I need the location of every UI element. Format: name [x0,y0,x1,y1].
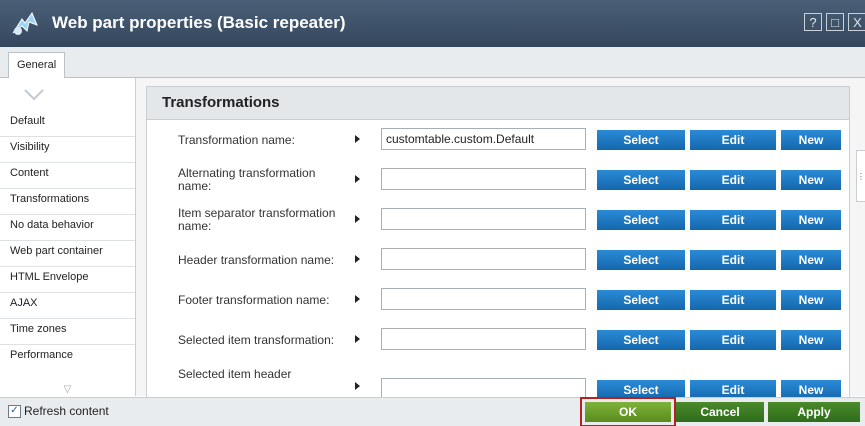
form-row: Selected item transformation: Select Edi… [147,320,849,360]
expand-arrow-icon[interactable] [355,175,360,183]
sidebar-item-html-envelope[interactable]: HTML Envelope [0,267,135,293]
expand-arrow-icon[interactable] [355,215,360,223]
chevron-down-icon [24,89,44,101]
help-button[interactable]: ? [804,13,822,31]
ok-button[interactable]: OK [580,397,676,426]
select-button[interactable]: Select [597,210,685,230]
new-button[interactable]: New [781,290,841,310]
select-button[interactable]: Select [597,170,685,190]
edit-button[interactable]: Edit [690,170,776,190]
new-button[interactable]: New [781,210,841,230]
edit-button[interactable]: Edit [690,290,776,310]
transformation-name-input[interactable] [381,128,586,150]
new-button[interactable]: New [781,170,841,190]
field-label: Transformation name: [178,132,295,147]
refresh-content-label: Refresh content [24,404,109,418]
sidebar-item-transformations[interactable]: Transformations [0,189,135,215]
select-button[interactable]: Select [597,380,685,397]
header-transformation-input[interactable] [381,248,586,270]
sidebar-item-time-zones[interactable]: Time zones [0,319,135,345]
edit-button[interactable]: Edit [690,250,776,270]
scroll-up-area[interactable] [0,78,135,111]
edit-button[interactable]: Edit [690,330,776,350]
edit-button[interactable]: Edit [690,210,776,230]
item-separator-transformation-input[interactable] [381,208,586,230]
alternating-transformation-input[interactable] [381,168,586,190]
form-row: Alternating transformation name: Select … [147,160,849,200]
field-label: Item separator transformation name: [178,206,336,233]
form-row: Transformation name: Select Edit New [147,120,849,160]
tab-strip: General [0,47,865,78]
content-area: Transformations Transformation name: Sel… [136,78,865,398]
select-button[interactable]: Select [597,330,685,350]
select-button[interactable]: Select [597,290,685,310]
scroll-down-icon[interactable]: ▽ [0,384,135,396]
sidebar-item-no-data-behavior[interactable]: No data behavior [0,215,135,241]
cancel-button[interactable]: Cancel [676,402,764,422]
form-row: Header transformation name: Select Edit … [147,240,849,280]
new-button[interactable]: New [781,250,841,270]
close-button[interactable]: X [848,13,865,31]
field-label: Footer transformation name: [178,292,330,307]
refresh-content-checkbox[interactable]: ✓ [8,405,21,418]
section-title: Transformations [147,87,849,120]
sidebar-item-web-part-container[interactable]: Web part container [0,241,135,267]
apply-button[interactable]: Apply [768,402,860,422]
category-sidebar: Default Visibility Content Transformatio… [0,78,136,396]
select-button[interactable]: Select [597,250,685,270]
window-title: Web part properties (Basic repeater) [52,13,346,32]
expand-arrow-icon[interactable] [355,382,360,390]
expand-arrow-icon[interactable] [355,255,360,263]
edit-button[interactable]: Edit [690,130,776,150]
edit-button[interactable]: Edit [690,380,776,397]
footer-transformation-input[interactable] [381,288,586,310]
expand-arrow-icon[interactable] [355,135,360,143]
tab-general[interactable]: General [8,52,66,78]
transformations-panel: Transformations Transformation name: Sel… [146,86,850,398]
sidebar-item-performance[interactable]: Performance [0,345,135,371]
expand-arrow-icon[interactable] [355,335,360,343]
sidebar-item-content[interactable]: Content [0,163,135,189]
field-label: Header transformation name: [178,252,335,267]
selected-item-transformation-input[interactable] [381,328,586,350]
selected-item-header-input[interactable] [381,378,586,397]
new-button[interactable]: New [781,380,841,397]
field-label: Selected item header [178,367,292,381]
sidebar-item-ajax[interactable]: AJAX [0,293,135,319]
sidebar-item-visibility[interactable]: Visibility [0,137,135,163]
title-bar: Web part properties (Basic repeater) ? □… [0,0,865,47]
maximize-button[interactable]: □ [826,13,844,31]
expand-arrow-icon[interactable] [355,295,360,303]
new-button[interactable]: New [781,330,841,350]
panel-resize-handle[interactable]: ⋮ [856,150,865,202]
sidebar-item-default[interactable]: Default [0,111,135,137]
dialog-footer: ✓ Refresh content OK Cancel Apply [0,397,865,426]
form-row: Footer transformation name: Select Edit … [147,280,849,320]
field-label: Selected item transformation: [178,332,335,347]
form-row: Selected item header Select Edit New [147,360,849,397]
field-label: Alternating transformation name: [178,166,316,193]
web-part-icon [12,11,38,35]
new-button[interactable]: New [781,130,841,150]
select-button[interactable]: Select [597,130,685,150]
form-row: Item separator transformation name: Sele… [147,200,849,240]
